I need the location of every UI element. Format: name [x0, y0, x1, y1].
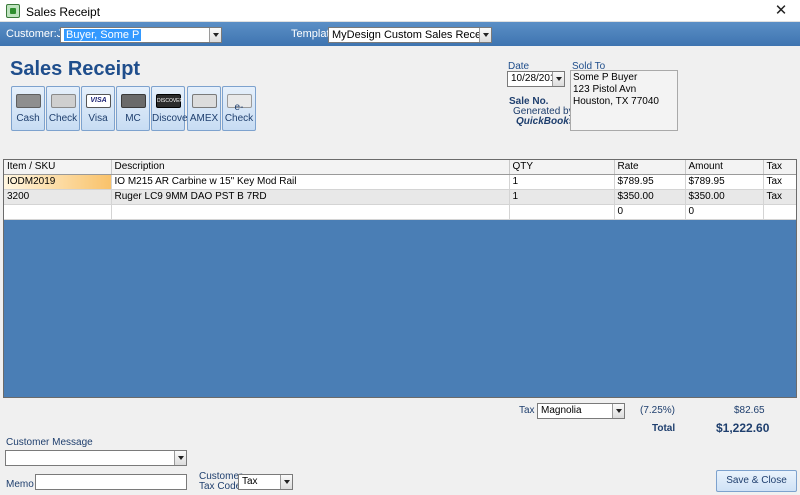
check-icon — [51, 94, 76, 108]
chevron-down-icon[interactable] — [174, 451, 186, 465]
customer-tax-code-label: Customer Tax Code — [199, 472, 242, 492]
sold-to-line: Houston, TX 77040 — [573, 96, 659, 107]
tax-item-value: Magnolia — [541, 405, 582, 416]
chevron-down-icon[interactable] — [479, 28, 491, 42]
label-line: Tax Code — [199, 481, 242, 492]
customer-tax-code-value: Tax — [242, 476, 258, 487]
total-label: Total — [652, 423, 676, 434]
table-header-row: Item / SKU Description QTY Rate Amount T… — [4, 160, 796, 175]
payment-label: Discover — [152, 113, 191, 124]
qty-cell[interactable]: 1 — [509, 174, 615, 190]
customer-tax-code-dropdown[interactable]: Tax — [238, 474, 293, 490]
payment-echeck-button[interactable]: e-Check — [222, 86, 256, 131]
column-header[interactable]: Item / SKU — [4, 160, 112, 175]
discover-card-icon: DISCOVER — [156, 94, 183, 108]
description-cell[interactable]: Ruger LC9 9MM DAO PST B 7RD — [111, 189, 510, 205]
description-cell[interactable]: IO M215 AR Carbine w 15" Key Mod Rail — [111, 174, 510, 190]
payment-mc-button[interactable]: MC — [116, 86, 150, 131]
tax-rate: (7.25%) — [640, 405, 676, 416]
column-header[interactable]: Rate — [614, 160, 686, 175]
sold-to-field[interactable]: Some P Buyer 123 Pistol Avn Houston, TX … — [570, 70, 678, 131]
tax-item-dropdown[interactable]: Magnolia — [537, 403, 625, 419]
visa-card-icon: VISA — [86, 94, 111, 108]
amount-cell[interactable]: $789.95 — [685, 174, 764, 190]
tax-cell[interactable] — [763, 204, 796, 220]
table-row[interactable]: 0 0 — [4, 204, 796, 220]
mastercard-icon — [121, 94, 146, 108]
header-toolbar: Customer:Job Buyer, Some P Template MyDe… — [0, 22, 800, 46]
payment-label: AMEX — [189, 113, 219, 124]
template-value: MyDesign Custom Sales Receipt — [332, 29, 492, 41]
tax-amount: $82.65 — [734, 405, 765, 416]
memo-label: Memo — [6, 479, 34, 490]
item-sku-cell[interactable] — [4, 204, 112, 220]
close-icon[interactable]: ✕ — [768, 1, 794, 21]
qty-cell[interactable] — [509, 204, 615, 220]
table-row[interactable]: IODM2019 IO M215 AR Carbine w 15" Key Mo… — [4, 174, 796, 190]
rate-cell[interactable]: $789.95 — [614, 174, 686, 190]
customer-job-value: Buyer, Some P — [64, 29, 142, 41]
column-header[interactable]: QTY — [509, 160, 615, 175]
app-icon — [6, 4, 20, 18]
payment-cash-button[interactable]: Cash — [11, 86, 45, 131]
total-amount: $1,222.60 — [716, 421, 770, 435]
chevron-down-icon[interactable] — [209, 28, 221, 42]
payment-label: e-Check — [224, 102, 254, 124]
payment-check-button[interactable]: Check — [46, 86, 80, 131]
rate-cell[interactable]: 0 — [614, 204, 686, 220]
amex-card-icon — [192, 94, 217, 108]
sold-to-line: Some P Buyer — [573, 72, 638, 83]
rate-cell[interactable]: $350.00 — [614, 189, 686, 205]
description-cell[interactable] — [111, 204, 510, 220]
payment-label: Visa — [88, 113, 108, 124]
window-title: Sales Receipt — [26, 5, 101, 19]
page-title: Sales Receipt — [10, 58, 141, 80]
qty-cell[interactable]: 1 — [509, 189, 615, 205]
amount-cell[interactable]: 0 — [685, 204, 764, 220]
column-header[interactable]: Amount — [685, 160, 764, 175]
save-close-button[interactable]: Save & Close — [716, 470, 797, 492]
date-field[interactable]: 10/28/2016 — [507, 71, 565, 87]
payment-label: Cash — [16, 113, 40, 124]
customer-message-label: Customer Message — [6, 437, 93, 448]
quickbooks-logo: QuickBooks — [516, 116, 575, 127]
line-items-grid[interactable]: Item / SKU Description QTY Rate Amount T… — [3, 159, 797, 398]
table-row[interactable]: 3200 Ruger LC9 9MM DAO PST B 7RD 1 $350.… — [4, 189, 796, 205]
customer-message-dropdown[interactable] — [5, 450, 187, 466]
chevron-down-icon[interactable] — [280, 475, 292, 489]
item-sku-cell[interactable]: IODM2019 — [4, 174, 112, 190]
customer-job-dropdown[interactable]: Buyer, Some P — [60, 27, 222, 43]
payment-visa-button[interactable]: VISA Visa — [81, 86, 115, 131]
calendar-dropdown-icon[interactable] — [552, 72, 564, 86]
tax-cell[interactable]: Tax — [763, 174, 796, 190]
payment-amex-button[interactable]: AMEX — [187, 86, 221, 131]
chevron-down-icon[interactable] — [612, 404, 624, 418]
title-bar: Sales Receipt ✕ — [0, 0, 800, 22]
column-header[interactable]: Tax — [763, 160, 796, 175]
column-header[interactable]: Description — [111, 160, 510, 175]
tax-cell[interactable]: Tax — [763, 189, 796, 205]
memo-input[interactable] — [35, 474, 187, 490]
cash-icon — [16, 94, 41, 108]
payment-label: Check — [48, 113, 78, 124]
payment-discover-button[interactable]: DISCOVER Discover — [151, 86, 191, 131]
template-dropdown[interactable]: MyDesign Custom Sales Receipt — [328, 27, 492, 43]
item-sku-cell[interactable]: 3200 — [4, 189, 112, 205]
payment-label: MC — [125, 113, 141, 124]
tax-label: Tax — [519, 405, 535, 416]
amount-cell[interactable]: $350.00 — [685, 189, 764, 205]
sold-to-line: 123 Pistol Avn — [573, 84, 637, 95]
